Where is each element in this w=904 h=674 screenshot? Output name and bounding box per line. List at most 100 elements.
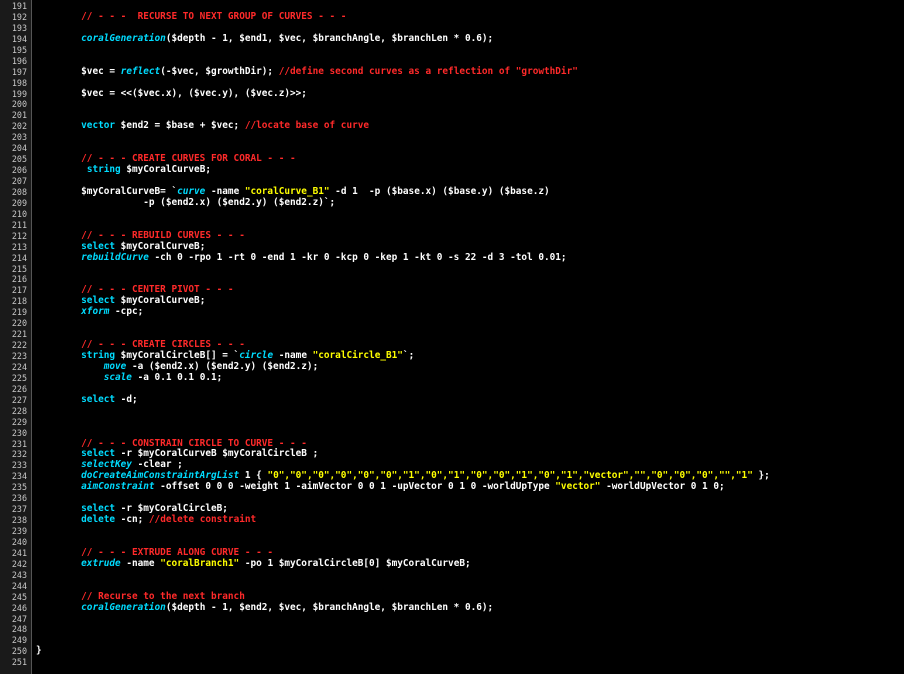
token-default: } bbox=[36, 645, 42, 657]
token-default bbox=[36, 284, 81, 295]
token-keyword: string bbox=[81, 350, 116, 361]
code-line[interactable]: 206 string $myCoralCurveB; bbox=[0, 164, 904, 176]
code-line[interactable]: 197 $vec = reflect(-$vec, $growthDir); /… bbox=[0, 66, 904, 78]
token-default: -d; bbox=[115, 393, 138, 405]
code-line[interactable]: 235 aimConstraint -offset 0 0 0 -weight … bbox=[0, 481, 904, 493]
line-number: 230 bbox=[11, 427, 27, 438]
token-default: `; bbox=[402, 350, 415, 361]
code-line[interactable]: 209 -p ($end2.x) ($end2.y) ($end2.z)`; bbox=[0, 196, 904, 209]
line-number: 194 bbox=[11, 33, 27, 44]
code-line[interactable]: 192 // - - - RECURSE TO NEXT GROUP OF CU… bbox=[0, 10, 904, 23]
token-default: $myCoralCurveB; bbox=[115, 240, 206, 252]
line-number: 224 bbox=[11, 361, 27, 372]
token-keyword: string bbox=[86, 164, 121, 176]
code-line[interactable]: 250} bbox=[0, 645, 904, 657]
code-editor[interactable]: 191 192 // - - - RECURSE TO NEXT GROUP OF… bbox=[0, 0, 904, 674]
line-number: 206 bbox=[11, 165, 27, 176]
line-number: 251 bbox=[11, 657, 27, 668]
token-default bbox=[36, 558, 81, 569]
code-line[interactable]: 249 bbox=[0, 635, 904, 646]
line-number: 219 bbox=[11, 307, 27, 318]
line-number: 249 bbox=[11, 635, 27, 646]
code-line[interactable]: 195 bbox=[0, 45, 904, 56]
token-default bbox=[36, 339, 81, 350]
code-line[interactable]: 194 coralGeneration($depth - 1, $end1, $… bbox=[0, 33, 904, 45]
token-default: -a ($end2.x) ($end2.y) ($end2.z); bbox=[126, 360, 319, 372]
token-default: -p ($end2.x) ($end2.y) ($end2.z)`; bbox=[36, 196, 336, 208]
token-func: aimConstraint bbox=[81, 481, 155, 493]
token-default: -po 1 $myCoralCircleB[0] $myCoralCurveB; bbox=[239, 557, 471, 569]
token-keyword: select bbox=[81, 240, 116, 252]
code-text: aimConstraint -offset 0 0 0 -weight 1 -a… bbox=[36, 481, 725, 493]
token-func: coralGeneration bbox=[81, 601, 166, 613]
line-number: 225 bbox=[11, 372, 27, 383]
code-line[interactable]: 200 bbox=[0, 99, 904, 110]
code-line[interactable]: 203 bbox=[0, 132, 904, 143]
code-line[interactable]: 225 scale -a 0.1 0.1 0.1; bbox=[0, 371, 904, 384]
code-text: vector $end2 = $base + $vec; //locate ba… bbox=[36, 120, 369, 132]
token-default bbox=[36, 547, 81, 558]
line-number: 232 bbox=[11, 449, 27, 460]
token-default: -offset 0 0 0 -weight 1 -aimVector 0 0 1… bbox=[154, 481, 556, 493]
line-number: 217 bbox=[11, 285, 27, 296]
line-number: 235 bbox=[11, 482, 27, 493]
code-text: xform -cpc; bbox=[36, 306, 143, 318]
code-line[interactable]: 238 delete -cn; //delete constraint bbox=[0, 514, 904, 526]
line-number: 208 bbox=[11, 186, 27, 197]
line-number: 198 bbox=[11, 77, 27, 88]
code-line[interactable]: 199 $vec = <<($vec.x), ($vec.y), ($vec.z… bbox=[0, 88, 904, 100]
line-number: 243 bbox=[11, 569, 27, 580]
code-line[interactable]: 220 bbox=[0, 318, 904, 329]
code-line[interactable]: 248 bbox=[0, 624, 904, 635]
token-default bbox=[36, 350, 81, 361]
code-line[interactable]: 246 coralGeneration($depth - 1, $end2, $… bbox=[0, 601, 904, 614]
code-line[interactable]: 247 bbox=[0, 614, 904, 625]
code-line[interactable]: 219 xform -cpc; bbox=[0, 306, 904, 318]
token-default: -r $myCoralCircleB; bbox=[115, 503, 228, 515]
code-line[interactable]: 251 bbox=[0, 657, 904, 668]
token-comment: // - - - CONSTRAIN CIRCLE TO CURVE - - - bbox=[81, 437, 307, 449]
token-default: -worldUpVector 0 1 0; bbox=[600, 481, 725, 493]
line-number: 250 bbox=[11, 646, 27, 657]
token-default: $end2 = $base + $vec; bbox=[115, 120, 245, 132]
code-line[interactable]: 210 bbox=[0, 209, 904, 220]
line-number: 239 bbox=[11, 526, 27, 536]
token-default: -ch 0 -rpo 1 -rt 0 -end 1 -kr 0 -kcp 0 -… bbox=[148, 251, 567, 263]
token-default: -clear ; bbox=[131, 459, 183, 471]
token-func: scale bbox=[103, 371, 132, 383]
token-keyword: select bbox=[81, 503, 116, 515]
line-number: 204 bbox=[11, 143, 27, 154]
code-line[interactable]: 242 extrude -name "coralBranch1" -po 1 $… bbox=[0, 557, 904, 570]
token-default: -d 1 -p ($base.x) ($base.y) ($base.z) bbox=[329, 185, 550, 197]
token-func: curve bbox=[177, 185, 206, 197]
token-func: doCreateAimConstraintArgList bbox=[81, 470, 240, 482]
token-keyword: delete bbox=[81, 514, 116, 526]
code-line[interactable]: 243 bbox=[0, 570, 904, 581]
token-default: $myCoralCircleB[] = ` bbox=[115, 350, 240, 361]
line-number: 242 bbox=[11, 558, 27, 569]
code-line[interactable]: 229 bbox=[0, 417, 904, 428]
line-number: 209 bbox=[11, 197, 27, 208]
token-default bbox=[36, 470, 81, 481]
code-line[interactable]: 215 bbox=[0, 264, 904, 275]
code-line[interactable]: 227 select -d; bbox=[0, 393, 904, 406]
token-string: "0","0","0","0","0","0","1","0","1","0",… bbox=[267, 470, 753, 482]
code-area[interactable]: 191 192 // - - - RECURSE TO NEXT GROUP OF… bbox=[0, 1, 904, 668]
line-number: 195 bbox=[11, 44, 27, 55]
line-number: 213 bbox=[11, 241, 27, 252]
token-string: "vector" bbox=[555, 481, 601, 493]
line-number: 226 bbox=[11, 383, 27, 394]
token-comment: // - - - CREATE CURVES FOR CORAL - - - bbox=[81, 153, 296, 165]
code-line[interactable]: 202 vector $end2 = $base + $vec; //locat… bbox=[0, 120, 904, 132]
code-line[interactable]: 228 bbox=[0, 406, 904, 417]
token-default bbox=[36, 120, 81, 131]
token-default bbox=[36, 230, 81, 241]
token-default: 1 { bbox=[239, 470, 268, 482]
code-text: $vec = reflect(-$vec, $growthDir); //def… bbox=[36, 66, 578, 78]
code-line[interactable]: 214 rebuildCurve -ch 0 -rpo 1 -rt 0 -end… bbox=[0, 251, 904, 264]
code-line[interactable]: 239 bbox=[0, 526, 904, 537]
line-number: 222 bbox=[11, 340, 27, 351]
line-number: 241 bbox=[11, 547, 27, 558]
token-comment: // - - - RECURSE TO NEXT GROUP OF CURVES… bbox=[81, 10, 347, 22]
line-number: 203 bbox=[11, 132, 27, 143]
